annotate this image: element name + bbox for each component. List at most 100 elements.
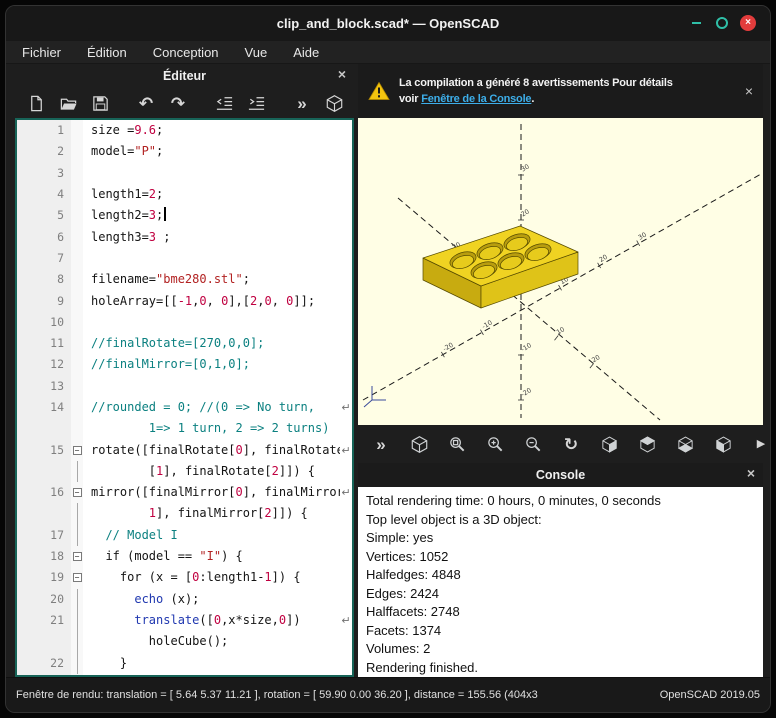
- render-button[interactable]: [321, 90, 347, 116]
- code-line-text: if (model == "I") {: [91, 549, 243, 564]
- fold-margin: [71, 418, 83, 439]
- code-row[interactable]: 16−mirror([finalMirror[0], finalMirror[↵: [17, 482, 352, 503]
- code-line-text: length1=2;: [91, 187, 164, 202]
- code-row[interactable]: 3: [17, 163, 352, 184]
- code-row[interactable]: 21 translate([0,x*size,0]) ↵: [17, 609, 352, 632]
- fold-margin: [71, 120, 83, 141]
- fold-margin: [71, 376, 83, 397]
- indent-button[interactable]: [243, 90, 269, 116]
- minimize-button[interactable]: [688, 15, 704, 31]
- fold-margin: [71, 312, 83, 333]
- code-row[interactable]: 20 echo (x);: [17, 588, 352, 611]
- view-top-button[interactable]: [634, 431, 660, 457]
- vp-preview-button[interactable]: »: [368, 431, 394, 457]
- code-row[interactable]: 11 //finalRotate=[270,0,0];: [17, 333, 352, 354]
- menu-item-aide[interactable]: Aide: [293, 45, 319, 60]
- code-row[interactable]: 14 //rounded = 0; //(0 => No turn, ↵: [17, 397, 352, 418]
- code-row[interactable]: 1=> 1 turn, 2 => 2 turns): [17, 418, 352, 439]
- code-row[interactable]: 8 filename="bme280.stl";: [17, 269, 352, 290]
- close-window-button[interactable]: ×: [740, 15, 756, 31]
- text-cursor: [164, 207, 166, 222]
- menu-item-fichier[interactable]: Fichier: [22, 45, 61, 60]
- code-row[interactable]: 12 //finalMirror=[0,1,0];: [17, 354, 352, 375]
- save-button[interactable]: [87, 90, 113, 116]
- redo-button[interactable]: ↷: [165, 90, 191, 116]
- save-icon: [92, 95, 108, 111]
- svg-text:-10: -10: [520, 341, 533, 353]
- version-label: OpenSCAD 2019.05: [659, 689, 760, 701]
- indent-icon: [248, 96, 264, 110]
- code-row[interactable]: 4 length1=2;: [17, 184, 352, 205]
- open-file-button[interactable]: [55, 90, 81, 116]
- console-window-link[interactable]: Fenêtre de la Console: [421, 93, 531, 105]
- fold-marker[interactable]: −: [71, 439, 83, 460]
- fold-marker[interactable]: −: [71, 482, 83, 503]
- code-row[interactable]: 2 model="P";: [17, 141, 352, 162]
- menu-bar: Fichier Édition Conception Vue Aide: [6, 41, 770, 64]
- line-number: 22: [50, 655, 64, 670]
- code-row[interactable]: 9 holeArray=[[-1,0, 0],[2,0, 0]];: [17, 290, 352, 311]
- warning-close-button[interactable]: ×: [745, 84, 753, 98]
- fold-margin: [71, 184, 83, 205]
- code-line-text: for (x = [0:length1-1]) {: [91, 570, 301, 585]
- console-line: Halffacets: 2748: [366, 604, 460, 619]
- view-left-button[interactable]: [710, 431, 736, 457]
- code-row[interactable]: 17 // Model I: [17, 524, 352, 547]
- view-left-cube-icon: [715, 436, 731, 453]
- wrap-indicator-icon: ↵: [341, 402, 351, 414]
- code-row[interactable]: 1], finalMirror[2]]) {: [17, 503, 352, 525]
- menu-item-edition[interactable]: Édition: [87, 45, 127, 60]
- console-line: Halfedges: 4848: [366, 567, 461, 582]
- minimize-icon: [691, 22, 701, 24]
- code-line-text: 1], finalMirror[2]]) {: [148, 506, 308, 521]
- code-row[interactable]: 13: [17, 376, 352, 397]
- viewport-canvas[interactable]: 102030-10-20102030-10-201020-10-20: [358, 118, 763, 425]
- zoom-in-icon: [487, 436, 502, 451]
- console-line: Rendering finished.: [366, 659, 479, 675]
- fold-marker[interactable]: −: [71, 567, 83, 588]
- maximize-icon: [716, 17, 728, 29]
- maximize-button[interactable]: [714, 15, 730, 31]
- title-bar[interactable]: clip_and_block.scad* — OpenSCAD ×: [6, 6, 770, 41]
- view-right-button[interactable]: [596, 431, 622, 457]
- code-row[interactable]: 18− if (model == "I") {: [17, 546, 352, 567]
- reset-view-button[interactable]: ↻: [558, 431, 584, 457]
- code-row[interactable]: [1], finalRotate[2]]) {: [17, 460, 352, 483]
- new-file-button[interactable]: [23, 90, 49, 116]
- code-row[interactable]: 19− for (x = [0:length1-1]) {: [17, 567, 352, 588]
- code-row[interactable]: 10: [17, 312, 352, 333]
- menu-item-vue[interactable]: Vue: [245, 45, 268, 60]
- undo-button[interactable]: ↶: [133, 90, 159, 116]
- code-row[interactable]: 1 size =9.6;: [17, 120, 352, 141]
- code-row[interactable]: 5 length2=3;: [17, 205, 352, 226]
- code-editor[interactable]: 1 size =9.6; 2 model="P"; 3 4 length1=2; 5 lengt…: [15, 118, 354, 677]
- view-bottom-button[interactable]: [672, 431, 698, 457]
- console-close-button[interactable]: ×: [747, 466, 755, 480]
- unindent-button[interactable]: [211, 90, 237, 116]
- viewport-3d[interactable]: 102030-10-20102030-10-201020-10-20: [358, 118, 763, 425]
- line-number: 15: [50, 442, 64, 457]
- editor-close-button[interactable]: ×: [338, 67, 346, 81]
- preview-button[interactable]: »: [289, 90, 315, 116]
- code-row[interactable]: holeCube();: [17, 631, 352, 653]
- fold-margin: [71, 354, 83, 375]
- menu-item-conception[interactable]: Conception: [153, 45, 219, 60]
- line-number: 4: [57, 187, 64, 202]
- status-text: Fenêtre de rendu: translation = [ 5.64 5…: [16, 689, 538, 701]
- fold-marker[interactable]: −: [71, 546, 83, 567]
- render-cube-icon: [411, 435, 427, 453]
- vp-render-button[interactable]: [406, 431, 432, 457]
- chevron-right-icon: ▶: [756, 437, 766, 450]
- code-row[interactable]: 15− rotate([finalRotate[0], finalRotate ↵: [17, 439, 352, 460]
- code-row[interactable]: 7: [17, 248, 352, 269]
- zoom-out-button[interactable]: [520, 431, 546, 457]
- console-output[interactable]: Total rendering time: 0 hours, 0 minutes…: [358, 487, 763, 677]
- new-file-icon: [30, 95, 42, 111]
- code-row[interactable]: 22 }: [17, 652, 352, 675]
- zoom-all-button[interactable]: [444, 431, 470, 457]
- viewport-toolbar-more-button[interactable]: ▶: [748, 431, 770, 457]
- code-row[interactable]: 6 length3=3 ;: [17, 226, 352, 247]
- line-number: 1: [57, 123, 64, 138]
- zoom-in-button[interactable]: [482, 431, 508, 457]
- editor-toolbar: ↶ ↷ » ▶: [15, 88, 370, 118]
